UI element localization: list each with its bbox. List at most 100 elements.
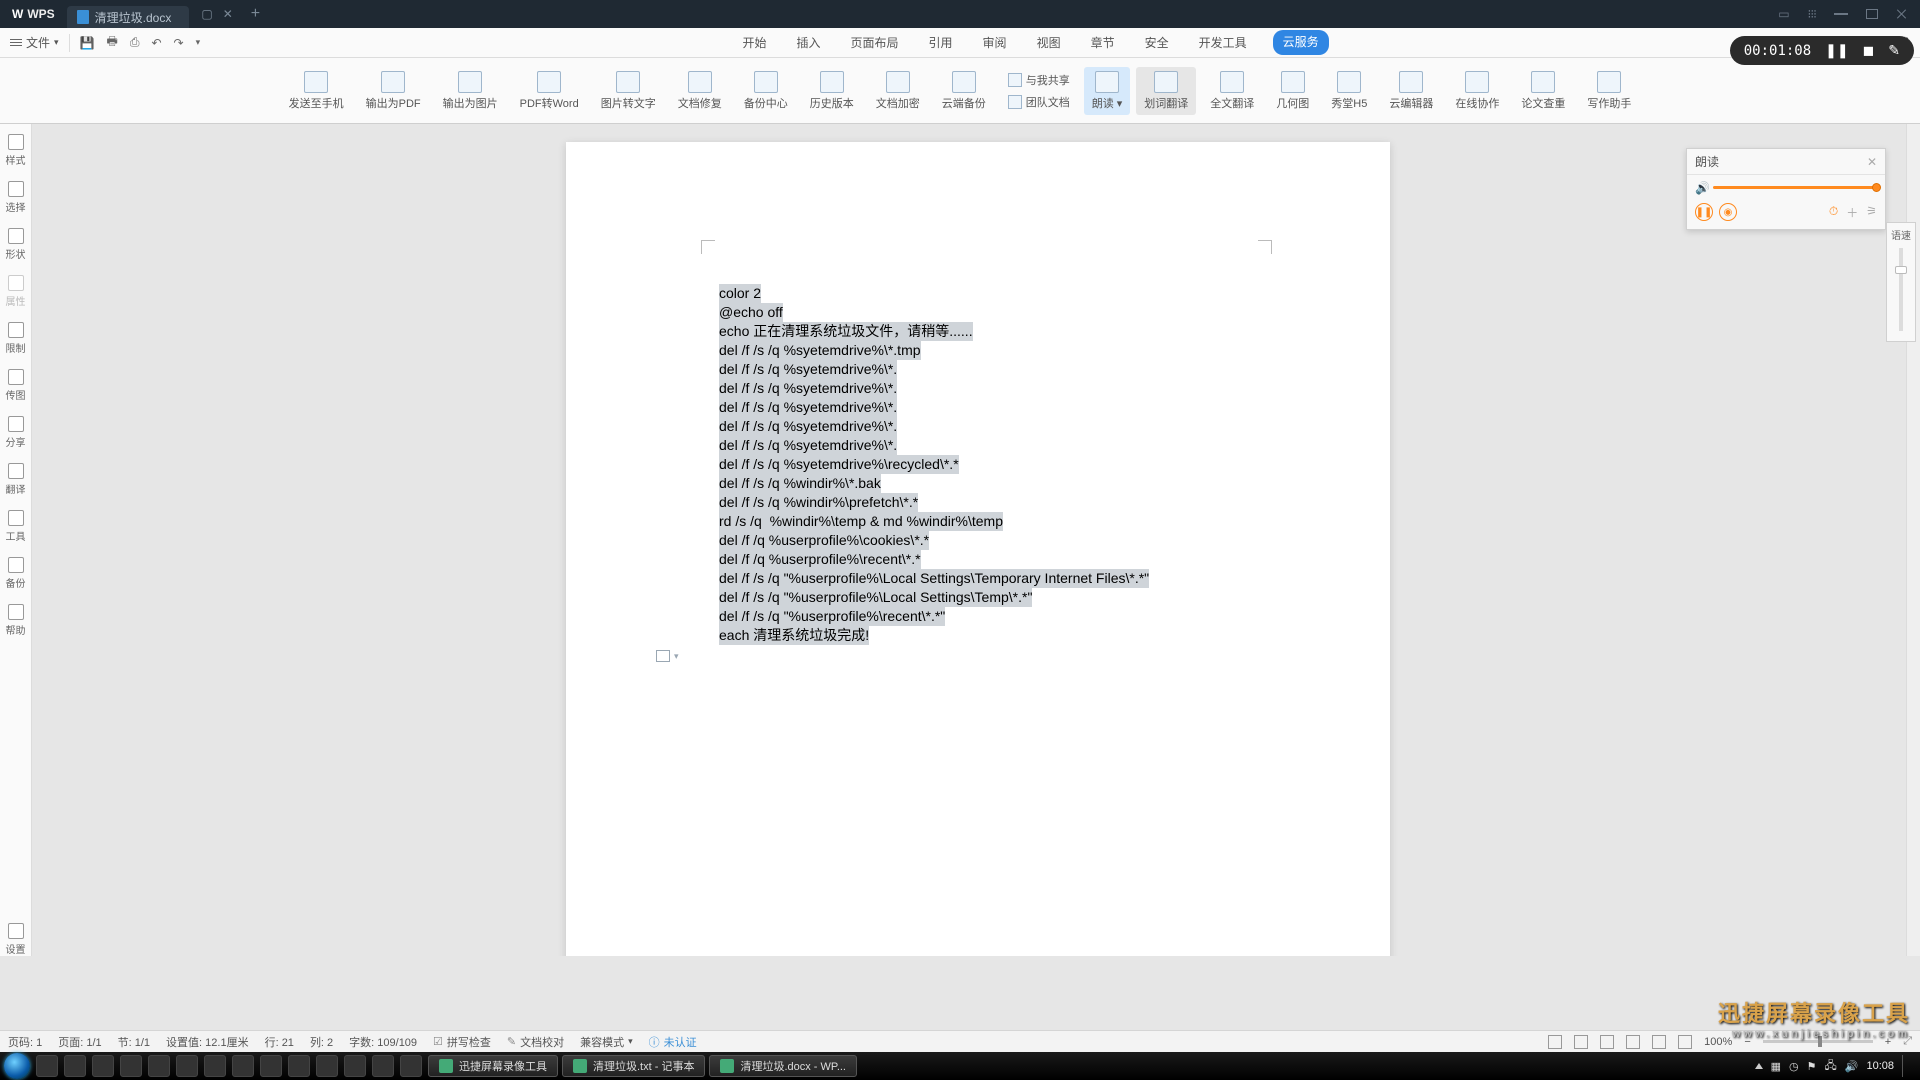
ribbon-tab-1[interactable]: 插入 [793, 30, 825, 55]
status-doc-proof[interactable]: ✎文档校对 [507, 1034, 564, 1050]
sidebar-item-备份[interactable]: 备份 [6, 557, 26, 590]
tray-volume-icon[interactable]: 🔊 [1845, 1060, 1859, 1073]
pinned-app-8[interactable] [232, 1055, 254, 1077]
zoom-out-icon[interactable]: − [1744, 1036, 1750, 1048]
share-with-me-button[interactable]: 与我共享 [1008, 72, 1070, 88]
ribbon-tool-文档修复[interactable]: 文档修复 [670, 67, 730, 115]
ribbon-tool-在线协作[interactable]: 在线协作 [1447, 67, 1507, 115]
status-spellcheck[interactable]: ☑拼写检查 [433, 1034, 491, 1050]
sidebar-item-帮助[interactable]: 帮助 [6, 604, 26, 637]
read-timer-icon[interactable]: ⏱ [1829, 204, 1838, 221]
tab-pin-icon[interactable]: ▢ [201, 7, 212, 21]
sidebar-item-选择[interactable]: 选择 [6, 181, 26, 214]
status-section[interactable]: 节: 1/1 [118, 1034, 150, 1050]
tray-expand-icon[interactable] [1755, 1063, 1763, 1069]
window-icon-2[interactable]: ⁝⁝⁝ [1808, 7, 1816, 21]
ribbon-tab-9[interactable]: 云服务 [1273, 30, 1329, 55]
doc-line-14[interactable]: del /f /q %userprofile%\recent\*.* [719, 550, 921, 569]
ribbon-tool-云编辑器[interactable]: 云编辑器 [1381, 67, 1441, 115]
zoom-value[interactable]: 100% [1704, 1036, 1732, 1048]
ribbon-tool-划词翻译[interactable]: 划词翻译 [1136, 67, 1196, 115]
read-pause-button[interactable]: ❚❚ [1695, 203, 1713, 221]
pinned-app-10[interactable] [288, 1055, 310, 1077]
status-pages[interactable]: 页面: 1/1 [58, 1034, 101, 1050]
sidebar-item-分享[interactable]: 分享 [6, 416, 26, 449]
tray-icon-2[interactable]: ◷ [1789, 1060, 1799, 1073]
window-icon-1[interactable]: ▭ [1778, 7, 1789, 21]
tray-network-icon[interactable]: 🖧 [1825, 1057, 1837, 1076]
zoom-fit-icon[interactable]: ⤢ [1903, 1035, 1912, 1048]
ribbon-tab-2[interactable]: 页面布局 [847, 30, 903, 55]
recorder-stop-icon[interactable]: ◼ [1863, 42, 1875, 59]
view-focus-icon[interactable] [1678, 1035, 1692, 1049]
read-add-icon[interactable]: ＋ [1846, 204, 1858, 221]
status-setval[interactable]: 设置值: 12.1厘米 [166, 1034, 249, 1050]
doc-line-2[interactable]: echo 正在清理系统垃圾文件，请稍等...... [719, 322, 973, 341]
sidebar-item-样式[interactable]: 样式 [6, 134, 26, 167]
tray-clock[interactable]: 10:08 [1866, 1060, 1894, 1072]
status-page-no[interactable]: 页码: 1 [8, 1034, 42, 1050]
app-logo[interactable]: W WPS [0, 7, 67, 21]
ribbon-tab-6[interactable]: 章节 [1087, 30, 1119, 55]
document-tab[interactable]: 清理垃圾.docx [67, 6, 190, 28]
doc-line-3[interactable]: del /f /s /q %syetemdrive%\*.tmp [719, 341, 921, 360]
taskbar-app-2[interactable]: 清理垃圾.docx - WP... [709, 1055, 857, 1077]
ribbon-tab-7[interactable]: 安全 [1141, 30, 1173, 55]
close-icon[interactable] [1896, 8, 1908, 20]
pinned-app-13[interactable] [372, 1055, 394, 1077]
ribbon-tool-发送至手机[interactable]: 发送至手机 [281, 67, 352, 115]
recorder-pause-icon[interactable]: ❚❚ [1825, 42, 1848, 59]
ribbon-tool-写作助手[interactable]: 写作助手 [1579, 67, 1639, 115]
doc-line-7[interactable]: del /f /s /q %syetemdrive%\*. [719, 417, 897, 436]
pinned-app-3[interactable] [92, 1055, 114, 1077]
show-desktop-button[interactable] [1902, 1055, 1910, 1077]
doc-line-4[interactable]: del /f /s /q %syetemdrive%\*. [719, 360, 897, 379]
view-read-icon[interactable] [1626, 1035, 1640, 1049]
qat-dropdown-icon[interactable]: ▾ [196, 37, 201, 48]
view-outline-icon[interactable] [1600, 1035, 1614, 1049]
ribbon-tab-5[interactable]: 视图 [1033, 30, 1065, 55]
preview-icon[interactable]: ⎙ [130, 35, 140, 50]
tab-close-icon[interactable]: ✕ [223, 7, 233, 21]
insert-widget[interactable]: ▾ [656, 650, 679, 662]
doc-line-12[interactable]: rd /s /q %windir%\temp & md %windir%\tem… [719, 512, 1003, 531]
ribbon-tool-图片转文字[interactable]: 图片转文字 [593, 67, 664, 115]
pinned-app-9[interactable] [260, 1055, 282, 1077]
ribbon-tool-论文查重[interactable]: 论文查重 [1513, 67, 1573, 115]
status-uncert[interactable]: ⓘ未认证 [649, 1034, 697, 1050]
sidebar-item-形状[interactable]: 形状 [6, 228, 26, 261]
maximize-icon[interactable] [1866, 9, 1878, 19]
pinned-app-6[interactable] [176, 1055, 198, 1077]
doc-line-8[interactable]: del /f /s /q %syetemdrive%\*. [719, 436, 897, 455]
ribbon-tool-文档加密[interactable]: 文档加密 [868, 67, 928, 115]
pinned-app-12[interactable] [344, 1055, 366, 1077]
doc-line-18[interactable]: each 清理系统垃圾完成! [719, 626, 869, 645]
ribbon-tool-云端备份[interactable]: 云端备份 [934, 67, 994, 115]
tray-icon-1[interactable]: ▦ [1771, 1060, 1781, 1073]
view-web-icon[interactable] [1652, 1035, 1666, 1049]
status-words[interactable]: 字数: 109/109 [349, 1034, 417, 1050]
sidebar-item-翻译[interactable]: 翻译 [6, 463, 26, 496]
document-body[interactable]: color 2@echo offecho 正在清理系统垃圾文件，请稍等.....… [719, 284, 1149, 645]
doc-line-0[interactable]: color 2 [719, 284, 761, 303]
pinned-app-11[interactable] [316, 1055, 338, 1077]
doc-line-16[interactable]: del /f /s /q "%userprofile%\Local Settin… [719, 588, 1032, 607]
undo-icon[interactable]: ↶ [151, 36, 161, 50]
ribbon-tab-0[interactable]: 开始 [738, 30, 770, 55]
taskbar-app-1[interactable]: 清理垃圾.txt - 记事本 [562, 1055, 705, 1077]
minimize-icon[interactable] [1834, 13, 1848, 15]
doc-line-5[interactable]: del /f /s /q %syetemdrive%\*. [719, 379, 897, 398]
ribbon-tab-8[interactable]: 开发工具 [1195, 30, 1251, 55]
read-settings-icon[interactable]: ⚞ [1866, 204, 1877, 221]
status-line[interactable]: 行: 21 [265, 1034, 294, 1050]
doc-line-9[interactable]: del /f /s /q %syetemdrive%\recycled\*.* [719, 455, 959, 474]
zoom-in-icon[interactable]: + [1885, 1036, 1891, 1048]
start-button[interactable] [4, 1053, 30, 1079]
doc-line-13[interactable]: del /f /q %userprofile%\cookies\*.* [719, 531, 929, 550]
sidebar-item-设置[interactable]: 设置 [6, 923, 26, 956]
redo-icon[interactable]: ↷ [174, 36, 184, 50]
ribbon-tool-秀堂H5[interactable]: 秀堂H5 [1323, 67, 1375, 115]
view-fullscreen-icon[interactable] [1548, 1035, 1562, 1049]
pinned-app-1[interactable] [36, 1055, 58, 1077]
document-canvas[interactable]: color 2@echo offecho 正在清理系统垃圾文件，请稍等.....… [32, 124, 1920, 956]
